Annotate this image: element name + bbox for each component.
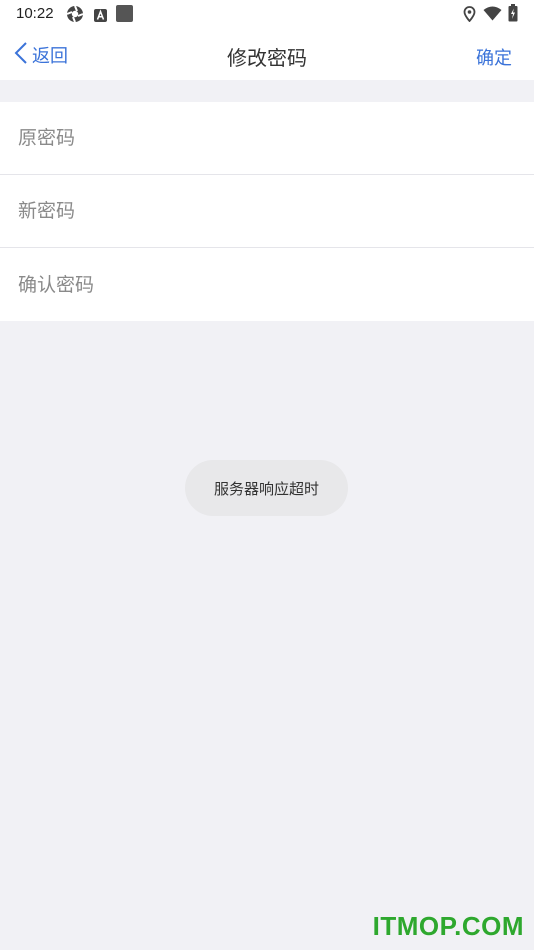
nav-bar: 返回 修改密码 确定	[0, 28, 534, 80]
old-password-input[interactable]	[16, 126, 500, 150]
status-time: 10:22	[16, 5, 54, 22]
old-password-row	[0, 102, 534, 175]
new-password-row	[0, 175, 534, 248]
battery-icon	[508, 4, 518, 26]
page-title: 修改密码	[227, 46, 307, 70]
timeout-toast: 服务器响应超时	[185, 460, 348, 516]
aperture-icon	[66, 5, 84, 27]
password-form	[0, 102, 534, 321]
confirm-password-input[interactable]	[16, 272, 500, 297]
status-bar: 10:22	[0, 0, 534, 28]
watermark: ITMOP.COM	[372, 911, 524, 941]
confirm-button[interactable]: 确定	[476, 44, 512, 70]
confirm-password-row	[0, 248, 534, 321]
location-icon	[463, 6, 476, 26]
square-icon	[116, 5, 133, 26]
new-password-input[interactable]	[16, 199, 500, 223]
a-badge-icon	[94, 7, 107, 26]
wifi-icon	[483, 6, 502, 25]
